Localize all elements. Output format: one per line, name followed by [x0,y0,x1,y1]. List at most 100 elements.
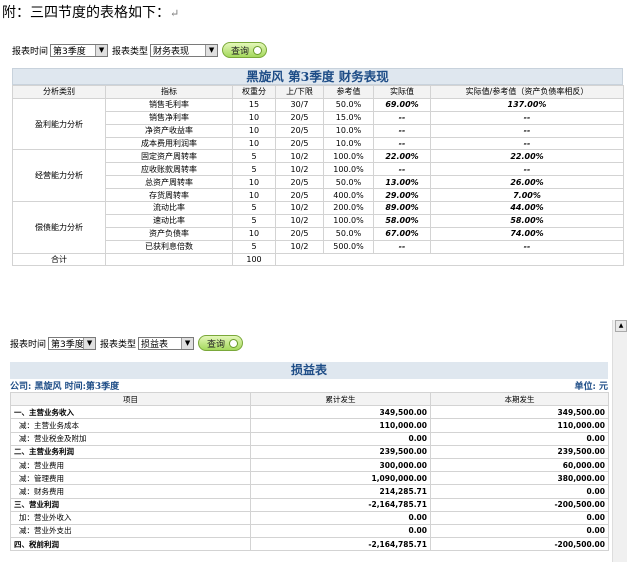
query-button[interactable]: 查询 [222,42,268,58]
item-cell: 减：营业费用 [10,457,251,473]
table-cell: 5 [232,239,276,254]
table-cell: 20/5 [275,226,324,241]
table-cell: 10 [232,123,276,138]
current-cell: 0.00 [430,510,609,525]
table-cell [105,252,233,267]
column-header: 权重分 [232,85,276,99]
table-row: 四、税前利润 -2,164,785.71 -200,500.00 [10,537,609,552]
table2-title: 损益表 [10,362,608,379]
period-select[interactable]: 第3季度 ▼ [48,336,97,350]
type-label: 报表类型 [100,339,137,350]
column-header: 实际值/参考值（资产负债率相反） [430,85,624,99]
column-header: 本期发生 [430,391,609,407]
filter-bar-2: 报表时间 第3季度 ▼ 报表类型 损益表 ▼ 查询 [10,335,244,351]
table-cell: 销售净利率 [105,110,233,125]
cumulative-cell: 239,500.00 [250,444,431,459]
table-cell: 89.00% [373,201,431,215]
cumulative-cell: -2,164,785.71 [250,497,431,512]
table-cell: 20/5 [275,188,324,203]
table-cell [275,252,624,267]
scroll-up-icon[interactable]: ▲ [615,320,627,332]
table-cell: 成本费用利润率 [105,136,233,151]
table2-company-line: 公司: 黑旋风 时间:第3季度 单位: 元 [10,379,608,392]
table-cell: 固定资产周转率 [105,149,233,164]
table-cell: 69.00% [373,97,431,112]
query-button[interactable]: 查询 [198,335,244,351]
table-cell: 10/2 [275,162,324,177]
table-cell: -- [373,110,431,125]
table-cell: -- [373,239,431,254]
table-row: 加：营业外收入 0.00 0.00 [10,510,609,525]
item-cell: 加：营业外收入 [10,510,251,525]
total-label: 合计 [12,252,106,267]
table-row: 减：管理费用 1,090,000.00 380,000.00 [10,471,609,486]
cumulative-cell: 0.00 [250,523,431,539]
table-cell: 10 [232,188,276,203]
type-select[interactable]: 财务表现 ▼ [150,43,219,57]
table-cell: 15.0% [323,110,374,125]
financial-performance-table: 分析类别 指标 权重分 上/下限 参考值 实际值 实际值/参考值（资产负债率相反） 盈利能力分… [12,85,624,267]
intro-text: 附：三四节度的表格如下：↵ [2,5,180,21]
total-weight: 100 [232,252,276,267]
income-statement-table: 项目 累计发生 本期发生 一、主营业务收入 349,500.00 349,500.00 减：… [10,391,609,552]
period-label: 报表时间 [12,46,49,57]
type-select[interactable]: 损益表 ▼ [138,336,195,350]
table-cell: 100.0% [323,162,374,177]
period-label: 报表时间 [10,339,47,350]
table-cell: 10/2 [275,149,324,164]
table-row: 减：营业税金及附加 0.00 0.00 [10,431,609,446]
table-cell: -- [373,123,431,138]
table-cell: 净资产收益率 [105,123,233,138]
cumulative-cell: 349,500.00 [250,405,431,420]
table-row: 减：营业外支出 0.00 0.00 [10,523,609,539]
item-cell: 减：营业外支出 [10,523,251,539]
table-row: 减：主营业务成本 110,000.00 110,000.00 [10,418,609,433]
cumulative-cell: 300,000.00 [250,457,431,473]
total-row: 合计 100 [12,252,624,267]
table-cell: 资产负债率 [105,226,233,241]
table-cell: 流动比率 [105,201,233,215]
table-cell: 销售毛利率 [105,97,233,112]
cumulative-cell: 0.00 [250,431,431,446]
table-cell: 应收账款周转率 [105,162,233,177]
table-cell: 400.0% [323,188,374,203]
table-cell: 15 [232,97,276,112]
table-row: 减：财务费用 214,285.71 0.00 [10,484,609,499]
column-header: 累计发生 [250,391,431,407]
table-row: 三、营业利润 -2,164,785.71 -200,500.00 [10,497,609,512]
vertical-scrollbar[interactable]: ▲ [612,320,627,562]
column-header: 项目 [10,391,251,407]
table-cell: 10 [232,136,276,151]
column-header: 指标 [105,85,233,99]
table-cell: 10.0% [323,123,374,138]
table-cell: 137.00% [430,97,624,112]
table-cell: -- [430,110,624,125]
current-cell: 0.00 [430,484,609,499]
table-header-row: 分析类别 指标 权重分 上/下限 参考值 实际值 实际值/参考值（资产负债率相反） [12,85,624,99]
chevron-down-icon: ▼ [205,44,218,56]
current-cell: 60,000.00 [430,457,609,473]
table-cell: 200.0% [323,201,374,215]
cumulative-cell: 0.00 [250,510,431,525]
table-row: 盈利能力分析 销售毛利率 15 30/7 50.0% 69.00% 137.00% [12,97,624,151]
period-select[interactable]: 第3季度 ▼ [50,43,109,57]
table-cell: 10 [232,110,276,125]
table-cell: 20/5 [275,110,324,125]
table-row: 一、主营业务收入 349,500.00 349,500.00 [10,405,609,420]
table-cell: 67.00% [373,226,431,241]
table-header-row: 项目 累计发生 本期发生 [10,391,609,407]
table-cell: 100.0% [323,213,374,228]
item-cell: 减：管理费用 [10,471,251,486]
table-cell: 10/2 [275,201,324,215]
current-cell: 380,000.00 [430,471,609,486]
table-cell: 20/5 [275,175,324,190]
type-label: 报表类型 [112,46,149,57]
category-cell: 经营能力分析 [12,149,106,203]
table-cell: -- [430,123,624,138]
table-cell: 26.00% [430,175,624,190]
table-cell: 10/2 [275,213,324,228]
cumulative-cell: 110,000.00 [250,418,431,433]
company-info: 公司: 黑旋风 时间:第3季度 [10,382,120,392]
table-cell: -- [373,136,431,151]
table-cell: -- [373,162,431,177]
